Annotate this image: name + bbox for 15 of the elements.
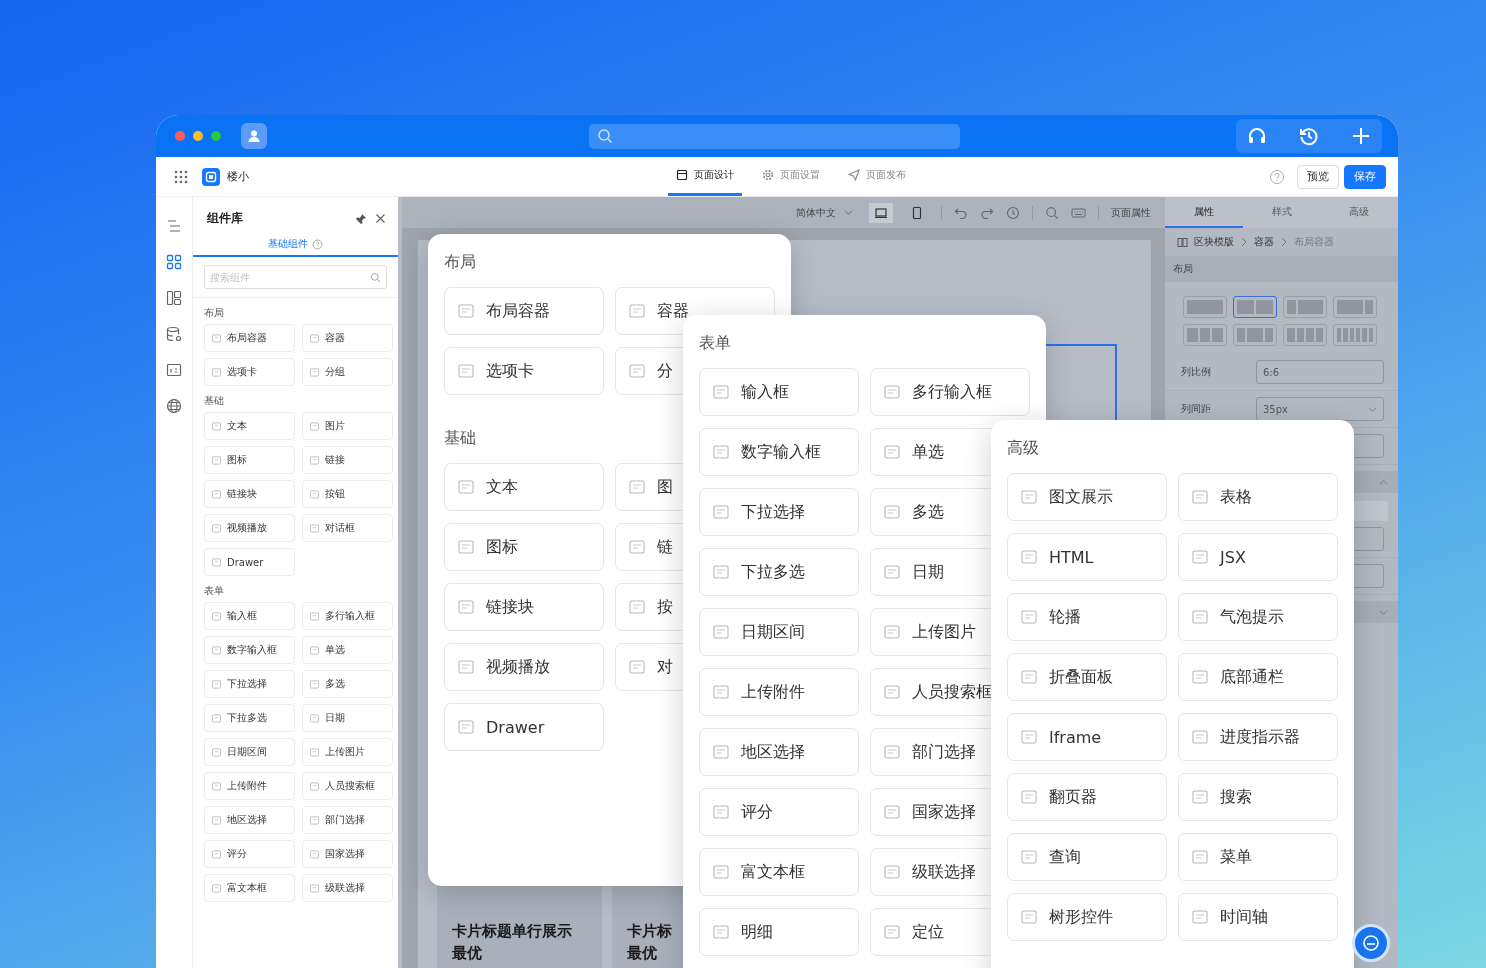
card-title: 卡片标题单行展示 xyxy=(452,921,572,942)
section-title: 表单 xyxy=(699,333,731,353)
section-title: 基础 xyxy=(204,394,225,408)
card-title: 卡片标 xyxy=(627,921,672,942)
field-label: 列比例 xyxy=(1181,365,1212,379)
panel-title: 组件库 xyxy=(207,210,243,227)
card-title: 最优 xyxy=(452,943,482,964)
card-title: 最优 xyxy=(627,943,657,964)
section-title: 布局 xyxy=(204,306,225,320)
section-title: 表单 xyxy=(204,584,225,598)
section-header: 布局 xyxy=(1165,256,1398,282)
section-title: 布局 xyxy=(444,252,476,272)
section-title: 基础 xyxy=(444,428,476,448)
app-name: 楼小 xyxy=(227,169,249,184)
field-label: 列间距 xyxy=(1181,402,1212,416)
